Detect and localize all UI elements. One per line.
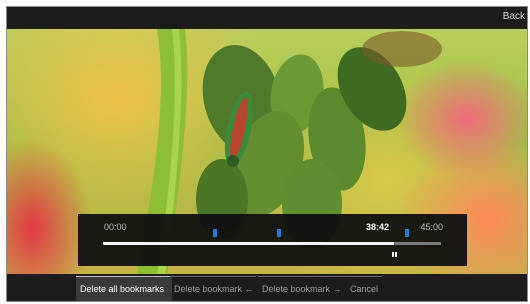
bookmark-marker[interactable] <box>276 229 281 237</box>
cancel-button[interactable]: Cancel <box>346 276 382 301</box>
current-time-label: 38:42 <box>366 222 390 232</box>
bookmark-timeline-panel: 00:00 38:42 45:00 <box>78 214 467 266</box>
seek-bar[interactable] <box>103 242 441 245</box>
back-button[interactable]: Back <box>503 11 525 22</box>
time-end-label: 45:00 <box>420 222 443 232</box>
time-start-label: 00:00 <box>104 222 127 232</box>
app-command-bar: Delete all bookmarks Delete bookmark ← D… <box>7 274 527 301</box>
delete-all-bookmarks-button[interactable]: Delete all bookmarks <box>76 276 172 301</box>
media-player-window: Back 00:00 38:42 45:00 Delete all bookma… <box>6 6 528 302</box>
video-frame[interactable]: 00:00 38:42 45:00 <box>7 29 527 275</box>
seek-thumb-icon[interactable] <box>391 252 397 257</box>
bookmark-marker[interactable] <box>405 229 410 237</box>
delete-bookmark-prev-button[interactable]: Delete bookmark ← <box>170 276 256 301</box>
delete-bookmark-next-button[interactable]: Delete bookmark → <box>258 276 346 301</box>
bookmark-marker[interactable] <box>212 229 217 237</box>
top-bar: Back <box>7 7 527 29</box>
seek-bar-progress <box>103 242 394 245</box>
